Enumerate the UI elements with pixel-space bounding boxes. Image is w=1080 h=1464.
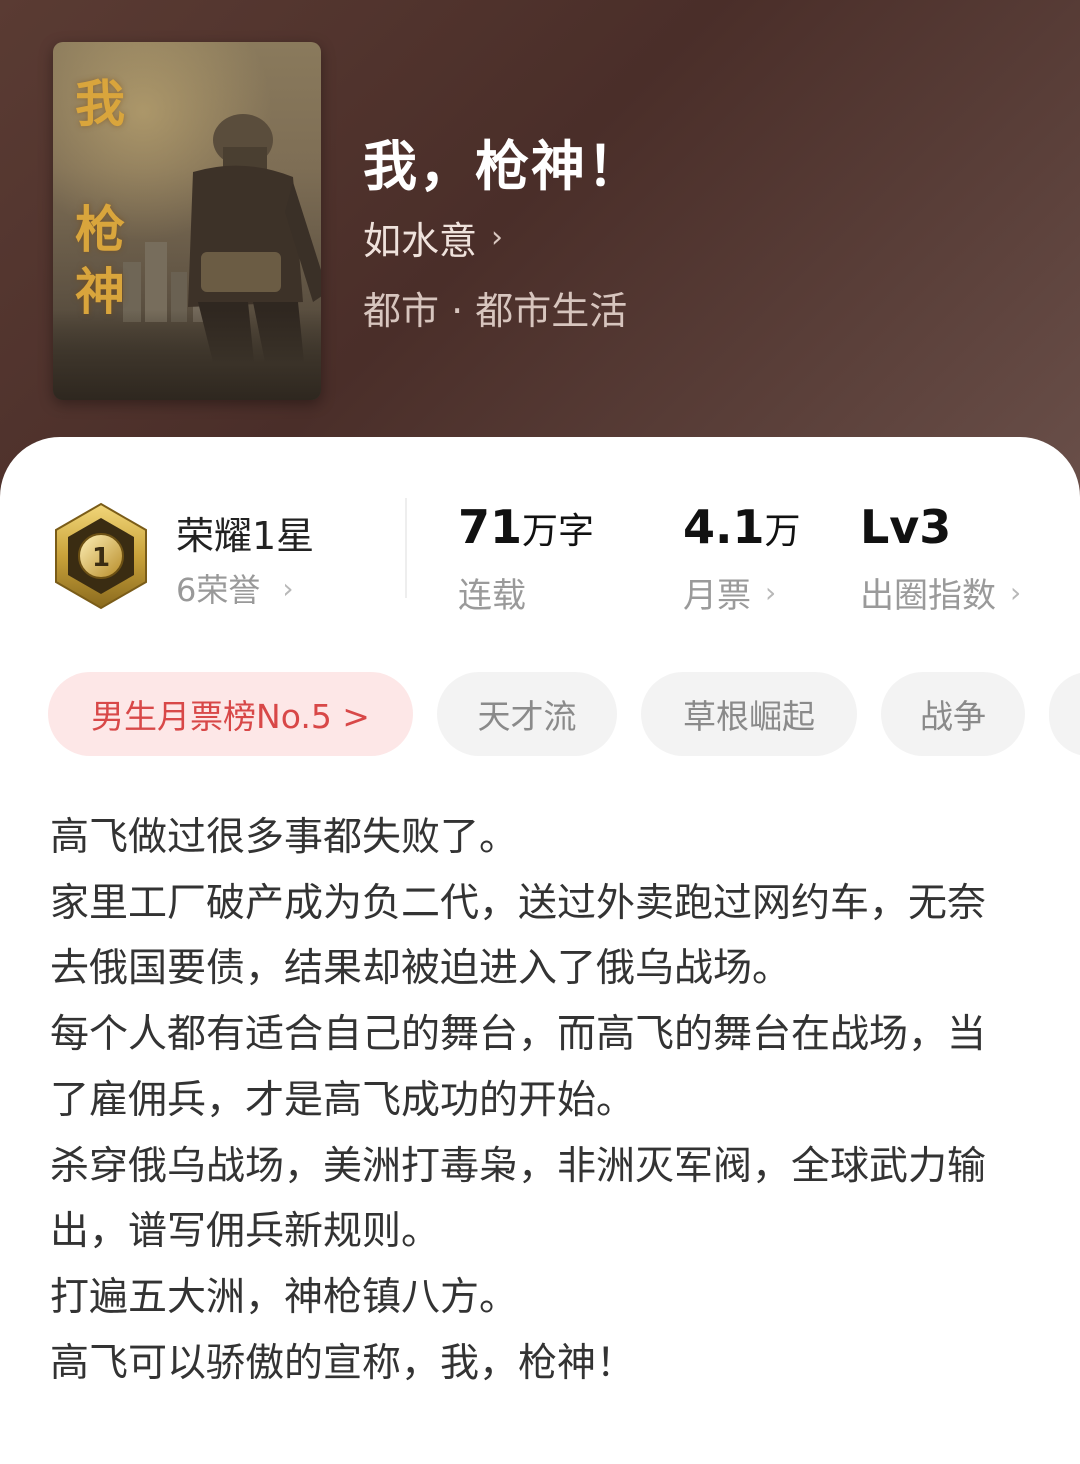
honor-link[interactable]: 6荣誉 › — [176, 565, 294, 611]
honor-badge-icon[interactable]: 1 — [52, 502, 150, 610]
monthly-votes-unit: 万 — [764, 511, 801, 552]
synopsis-paragraph: 每个人都有适合自己的舞台，而高飞的舞台在战场，当了雇佣兵，才是高飞成功的开始。 — [50, 1012, 987, 1123]
honor-count: 6荣誉 — [176, 571, 261, 609]
cover-title-char: 神 — [75, 262, 125, 321]
word-count-value: 71万字 — [458, 500, 594, 554]
tag-genius[interactable]: 天才流 — [437, 672, 617, 756]
rank-tag[interactable]: 男生月票榜No.5 > — [48, 672, 413, 756]
monthly-votes-label: 月票 — [683, 576, 751, 616]
divider — [405, 498, 407, 598]
chevron-right-icon: › — [491, 220, 504, 255]
popularity-index-link[interactable]: 出圈指数 › — [860, 568, 1021, 617]
genre-label: 都市 · 都市生活 — [363, 289, 628, 333]
synopsis-paragraph: 高飞可以骄傲的宣称，我，枪神！ — [50, 1340, 636, 1386]
monthly-votes-number: 4.1 — [683, 500, 765, 554]
synopsis-paragraph: 家里工厂破产成为负二代，送过外卖跑过网约车，无奈去俄国要债，结果却被迫进入了俄乌… — [50, 880, 987, 992]
chevron-right-icon: › — [1010, 576, 1022, 609]
popularity-index-value: Lv3 — [860, 500, 952, 554]
word-count-unit: 万字 — [522, 511, 595, 552]
honor-title: 荣耀1星 — [176, 514, 315, 558]
badge-number: 1 — [92, 543, 110, 573]
chevron-right-icon: › — [282, 571, 294, 605]
synopsis: 高飞做过很多事都失败了。 家里工厂破产成为负二代，送过外卖跑过网约车，无奈去俄国… — [50, 805, 1010, 1396]
tag-grassroots[interactable]: 草根崛起 — [641, 672, 857, 756]
chevron-right-icon: › — [765, 576, 777, 609]
serial-status-label: 连载 — [458, 576, 526, 616]
monthly-votes-link[interactable]: 月票 › — [683, 568, 776, 617]
synopsis-paragraph: 打遍五大洲，神枪镇八方。 — [50, 1274, 519, 1320]
author-link[interactable]: 如水意 › — [363, 210, 503, 265]
monthly-votes-value: 4.1万 — [683, 500, 801, 554]
popularity-index-label: 出圈指数 — [860, 576, 996, 616]
author-name: 如水意 — [363, 219, 478, 263]
book-title: 我，枪神！ — [363, 134, 643, 198]
synopsis-paragraph: 高飞做过很多事都失败了。 — [50, 815, 519, 860]
tag-war[interactable]: 战争 — [881, 672, 1025, 756]
synopsis-paragraph: 杀穿俄乌战场，美洲打毒枭，非洲灭军阀，全球武力输出，谱写佣兵新规则。 — [50, 1143, 987, 1255]
cover-title-char: 我 — [75, 74, 125, 133]
book-cover[interactable]: 我 枪 神 — [53, 42, 321, 400]
word-count-number: 71 — [458, 500, 523, 554]
